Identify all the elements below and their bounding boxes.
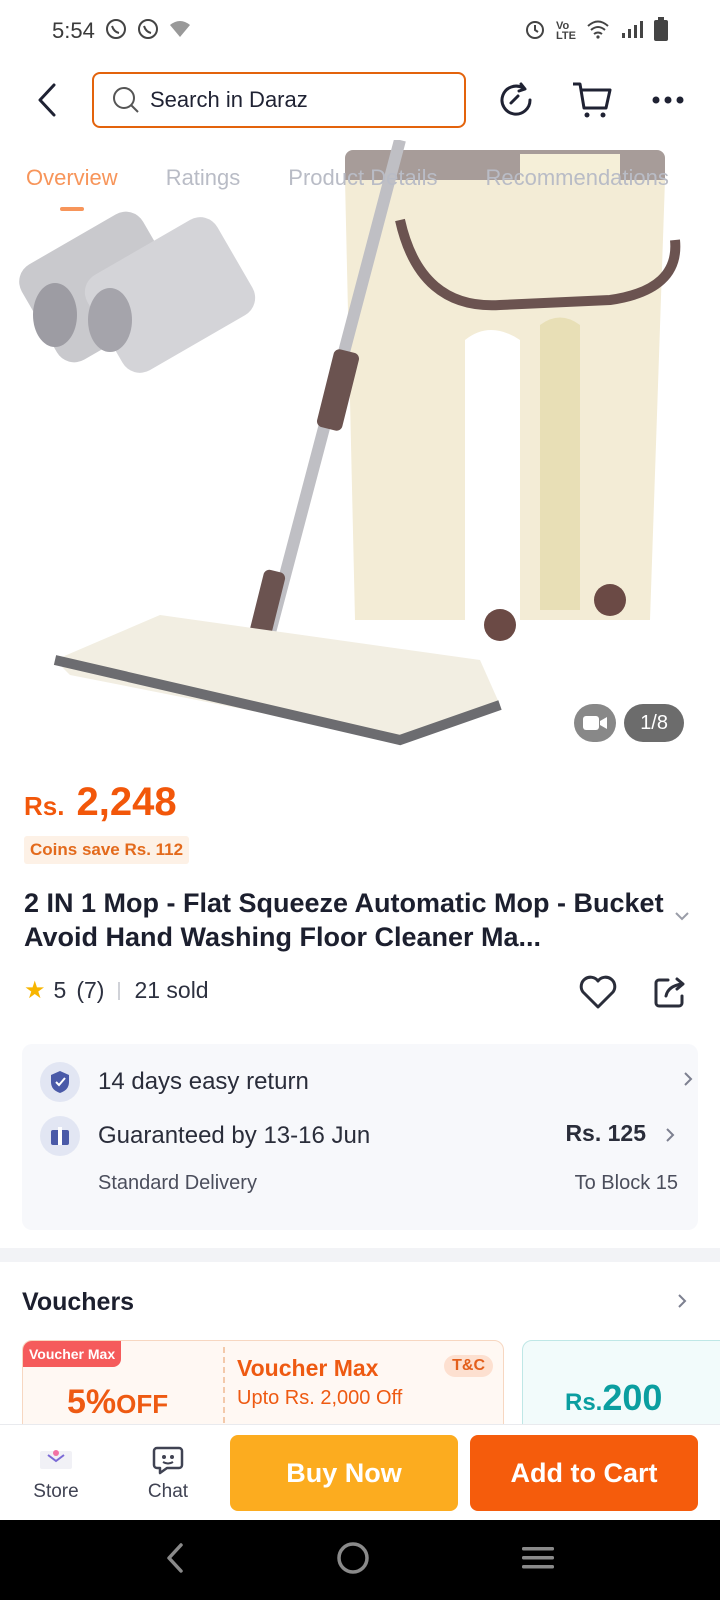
share-button[interactable]	[648, 970, 692, 1014]
delivery-type: Standard Delivery	[98, 1172, 257, 1194]
status-bar: 5:54 Vo LTE	[0, 0, 720, 62]
system-recents-button[interactable]	[521, 1545, 555, 1576]
tab-overview[interactable]: Overview	[26, 165, 118, 211]
store-label: Store	[33, 1480, 79, 1502]
whatsapp-icon	[137, 18, 159, 45]
review-count: (7)	[76, 977, 105, 1003]
section-tabs: Overview Ratings Product Details Recomme…	[0, 140, 720, 216]
coins-save-badge: Coins save Rs. 112	[24, 836, 190, 864]
price-amount: 2,248	[76, 780, 177, 824]
return-policy-text: 14 days easy return	[98, 1068, 309, 1095]
recents-menu-icon	[521, 1546, 554, 1568]
battery-icon	[654, 16, 668, 46]
wishlist-button[interactable]	[576, 970, 620, 1014]
sold-count: 21 sold	[134, 977, 209, 1003]
heart-icon	[579, 975, 617, 1009]
more-button[interactable]	[646, 78, 690, 122]
media-badges: 1/8	[574, 704, 684, 742]
search-icon	[113, 87, 139, 113]
price-currency: Rs.	[24, 791, 65, 821]
video-camera-icon	[583, 716, 608, 730]
chat-button[interactable]: Chat	[112, 1443, 224, 1503]
back-button[interactable]	[20, 72, 76, 128]
star-icon: ★	[24, 977, 46, 1004]
tab-product-details[interactable]: Product Details	[288, 165, 437, 191]
voucher-tag: Voucher Max	[23, 1341, 122, 1367]
mop-head-image	[53, 615, 502, 746]
back-arrow-icon	[38, 83, 56, 117]
history-icon	[500, 82, 532, 116]
chevron-down-icon	[675, 912, 689, 921]
voucher-divider	[223, 1347, 225, 1433]
search-input[interactable]: Search in Daraz	[92, 72, 466, 128]
delivery-row[interactable]: Guaranteed by 13-16 Jun	[40, 1116, 370, 1156]
rating-row[interactable]: ★ 5 (7) 21 sold	[24, 976, 209, 1005]
delivery-price: Rs. 125	[565, 1120, 646, 1146]
share-icon	[654, 977, 685, 1008]
store-logo-icon	[36, 1443, 76, 1477]
chevron-right-icon[interactable]	[664, 1126, 676, 1150]
volte-icon: Vo LTE	[556, 20, 576, 42]
vouchers-chevron-icon[interactable]	[676, 1290, 688, 1316]
voucher-discount: 5%OFF	[67, 1383, 169, 1421]
top-nav: Search in Daraz	[0, 68, 720, 132]
history-button[interactable]	[494, 78, 538, 122]
vouchers-title[interactable]: Vouchers	[22, 1288, 134, 1317]
chevron-right-icon	[682, 1070, 694, 1094]
section-divider	[0, 1248, 720, 1262]
voucher-name: Voucher Max	[237, 1355, 379, 1381]
product-image-carousel[interactable]	[0, 140, 720, 760]
bucket-image	[345, 150, 681, 641]
add-to-cart-button[interactable]: Add to Cart	[470, 1435, 698, 1511]
divider	[118, 981, 121, 1000]
return-policy-row[interactable]: 14 days easy return	[40, 1044, 693, 1120]
system-navigation-bar	[0, 1520, 720, 1600]
alarm-icon	[524, 18, 546, 45]
wifi-icon	[586, 19, 610, 44]
more-dots-icon	[652, 96, 684, 104]
product-image	[19, 140, 681, 746]
expand-title-button[interactable]	[674, 908, 690, 926]
store-button[interactable]: Store	[0, 1443, 112, 1503]
tab-recommendations[interactable]: Recommendations	[485, 165, 668, 191]
whatsapp-icon	[105, 18, 127, 45]
service-card: 14 days easy return Guaranteed by 13-16 …	[22, 1044, 698, 1230]
tab-ratings[interactable]: Ratings	[166, 165, 241, 191]
image-counter: 1/8	[624, 704, 684, 742]
product-title[interactable]: 2 IN 1 Mop - Flat Squeeze Automatic Mop …	[24, 886, 664, 954]
system-home-button[interactable]	[336, 1541, 370, 1580]
delivery-box-icon	[40, 1116, 80, 1156]
buy-now-button[interactable]: Buy Now	[230, 1435, 458, 1511]
system-back-button[interactable]	[165, 1542, 185, 1579]
search-placeholder: Search in Daraz	[150, 87, 308, 112]
rating-value: 5	[53, 977, 67, 1003]
video-button[interactable]	[574, 704, 617, 742]
shield-check-icon	[40, 1062, 80, 1102]
terms-badge[interactable]: T&C	[444, 1355, 493, 1377]
delivery-destination[interactable]: To Block 15	[575, 1172, 678, 1195]
cart-button[interactable]	[570, 78, 614, 122]
status-time: 5:54	[52, 18, 95, 43]
signal-icon	[620, 19, 644, 44]
price: Rs. 2,248	[24, 780, 177, 825]
cart-icon	[573, 82, 612, 118]
voucher-amount: Rs.200	[565, 1377, 663, 1418]
mop-pads-image	[19, 211, 256, 373]
back-chevron-icon	[167, 1542, 184, 1573]
delivery-text: Guaranteed by 13-16 Jun	[98, 1122, 371, 1149]
chat-icon	[151, 1443, 185, 1477]
home-circle-icon	[337, 1541, 369, 1574]
chat-label: Chat	[147, 1480, 189, 1502]
bottom-action-bar: Store Chat Buy Now Add to Cart	[0, 1424, 720, 1520]
wifi-question-icon	[169, 20, 191, 43]
voucher-description: Upto Rs. 2,000 Off	[237, 1387, 403, 1409]
